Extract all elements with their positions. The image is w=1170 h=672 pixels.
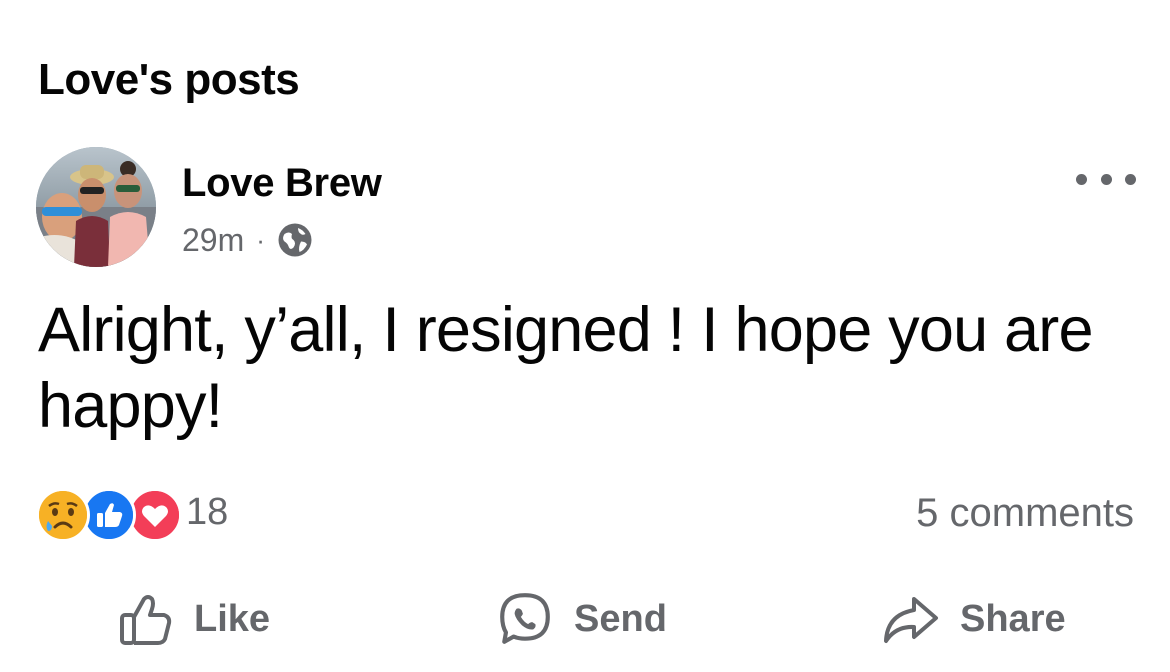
globe-icon[interactable] bbox=[277, 222, 313, 258]
like-button[interactable]: Like bbox=[118, 586, 270, 652]
avatar[interactable] bbox=[36, 147, 156, 267]
send-button[interactable]: Send bbox=[496, 586, 667, 652]
author-name[interactable]: Love Brew bbox=[182, 158, 382, 208]
meta-separator: · bbox=[256, 224, 265, 255]
send-label: Send bbox=[574, 597, 667, 640]
share-label: Share bbox=[960, 597, 1066, 640]
more-options-button[interactable] bbox=[1076, 162, 1136, 196]
thumbs-up-icon bbox=[120, 595, 172, 645]
love-icon bbox=[128, 488, 182, 542]
like-icon bbox=[82, 488, 136, 542]
post-meta: 29m · bbox=[182, 218, 313, 262]
post-timestamp[interactable]: 29m bbox=[182, 222, 244, 259]
more-dot-icon bbox=[1100, 173, 1112, 185]
reactions-summary[interactable]: 18 bbox=[36, 486, 229, 542]
reaction-count: 18 bbox=[186, 490, 229, 533]
page-title: Love's posts bbox=[38, 55, 300, 104]
post-text: Alright, y’all, I resigned ! I hope you … bbox=[38, 295, 1094, 441]
sad-icon bbox=[36, 488, 90, 542]
messenger-icon bbox=[500, 593, 550, 644]
share-arrow-icon bbox=[884, 597, 938, 643]
more-dot-icon bbox=[1125, 173, 1136, 185]
like-label: Like bbox=[194, 597, 271, 640]
avatar-photo bbox=[36, 147, 156, 267]
share-button[interactable]: Share bbox=[880, 586, 1066, 652]
more-dot-icon bbox=[1076, 173, 1087, 185]
comments-count[interactable]: 5 comments bbox=[916, 488, 1134, 538]
reaction-icons bbox=[36, 486, 182, 542]
